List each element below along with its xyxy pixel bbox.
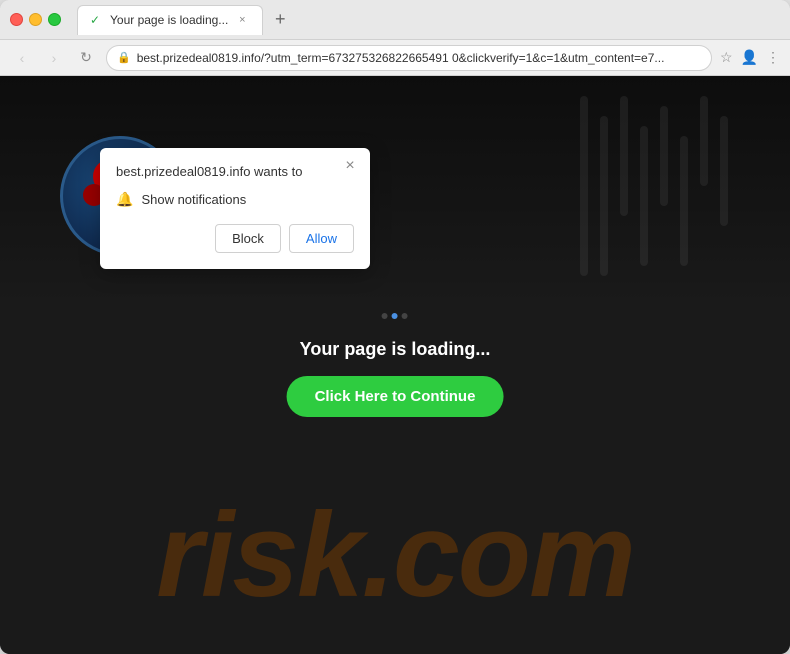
loading-dot-1 (382, 313, 388, 319)
address-text: best.prizedeal0819.info/?utm_term=673275… (137, 51, 701, 65)
forward-button[interactable]: › (42, 46, 66, 70)
minimize-window-button[interactable] (29, 13, 42, 26)
lock-icon: 🔒 (117, 51, 131, 64)
loading-text: Your page is loading... (300, 339, 491, 360)
traffic-lights (10, 13, 61, 26)
watermark-text: risk.com (0, 486, 790, 624)
loading-dot-3 (402, 313, 408, 319)
account-icon[interactable]: 👤 (741, 49, 758, 66)
back-button[interactable]: ‹ (10, 46, 34, 70)
tab-favicon-icon: ✓ (90, 13, 104, 27)
notification-label: Show notifications (141, 192, 246, 207)
loading-dot-2 (392, 313, 398, 319)
tab-title: Your page is loading... (110, 13, 228, 27)
navigation-bar: ‹ › ↻ 🔒 best.prizedeal0819.info/?utm_ter… (0, 40, 790, 76)
browser-window: ✓ Your page is loading... × + ‹ › ↻ 🔒 be… (0, 0, 790, 654)
notification-row: 🔔 Show notifications (116, 191, 354, 208)
allow-button[interactable]: Allow (289, 224, 354, 253)
continue-button[interactable]: Click Here to Continue (287, 376, 504, 417)
close-window-button[interactable] (10, 13, 23, 26)
address-bar[interactable]: 🔒 best.prizedeal0819.info/?utm_term=6732… (106, 45, 712, 71)
title-bar: ✓ Your page is loading... × + (0, 0, 790, 40)
center-loading-area: Your page is loading... Click Here to Co… (287, 313, 504, 417)
background-art (580, 96, 740, 296)
tab-close-button[interactable]: × (234, 12, 250, 28)
tab-bar: ✓ Your page is loading... × + (77, 5, 780, 35)
bookmark-star-icon[interactable]: ☆ (720, 49, 733, 66)
active-tab[interactable]: ✓ Your page is loading... × (77, 5, 263, 35)
new-tab-button[interactable]: + (267, 7, 293, 33)
popup-close-button[interactable]: × (340, 156, 360, 176)
menu-icon[interactable]: ⋮ (766, 49, 780, 66)
loading-indicator (382, 313, 408, 319)
popup-title-text: best.prizedeal0819.info wants to (116, 164, 354, 179)
reload-button[interactable]: ↻ (74, 46, 98, 70)
web-content-area: risk.com Your page is loading... Click H… (0, 76, 790, 654)
popup-action-buttons: Block Allow (116, 224, 354, 253)
block-button[interactable]: Block (215, 224, 281, 253)
bell-icon: 🔔 (116, 191, 133, 208)
notification-permission-popup: best.prizedeal0819.info wants to × 🔔 Sho… (100, 148, 370, 269)
maximize-window-button[interactable] (48, 13, 61, 26)
